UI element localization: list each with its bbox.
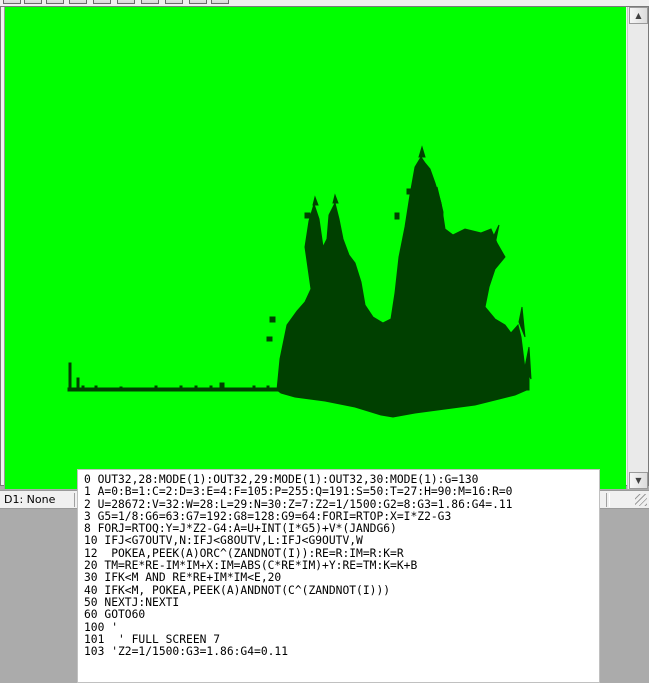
code-line: 1 A=0:B=1:C=2:D=3:E=4:F=105:P=255:Q=191:… <box>84 485 513 499</box>
emulator-screen[interactable] <box>4 7 626 489</box>
status-separator <box>606 493 610 507</box>
scroll-up-arrow-icon[interactable]: ▲ <box>629 7 648 24</box>
toolbar-button-cut[interactable] <box>69 0 87 4</box>
vertical-scrollbar[interactable]: ▲ ▼ <box>627 7 648 489</box>
drive-status: D1: None <box>4 493 56 506</box>
code-line: 60 GOTO60 <box>84 608 146 622</box>
emulator-window: ▲ ▼ <box>0 6 649 489</box>
toolbar-button-stop[interactable] <box>165 0 183 4</box>
toolbar-button-copy[interactable] <box>93 0 111 4</box>
toolbar-button-new[interactable] <box>3 0 21 4</box>
toolbar-button-paste[interactable] <box>117 0 135 4</box>
code-line: 10 IFJ<G7OUTV,N:IFJ<G8OUTV,L:IFJ<G9OUTV,… <box>84 534 363 548</box>
code-line: 30 IFK<M AND RE*RE+IM*IM<E,20 <box>84 571 282 585</box>
code-line: 103 'Z2=1/1500:G3=1.86:G4=0.11 <box>84 645 289 659</box>
toolbar-button-run[interactable] <box>141 0 159 4</box>
code-line: 100 ' <box>84 620 119 634</box>
resize-grip-icon[interactable] <box>635 494 647 506</box>
basic-listing-panel[interactable]: 0 OUT32,28:MODE(1):OUT32,29:MODE(1):OUT3… <box>77 469 600 683</box>
scroll-down-arrow-icon[interactable]: ▼ <box>629 472 648 489</box>
toolbar-button-settings[interactable] <box>211 0 229 4</box>
toolbar-button-disk[interactable] <box>189 0 207 4</box>
code-line: 50 NEXTJ:NEXTI <box>84 595 180 609</box>
fractal-shape-icon <box>67 145 532 418</box>
toolbar-button-open[interactable] <box>24 0 42 4</box>
toolbar-button-save[interactable] <box>46 0 64 4</box>
